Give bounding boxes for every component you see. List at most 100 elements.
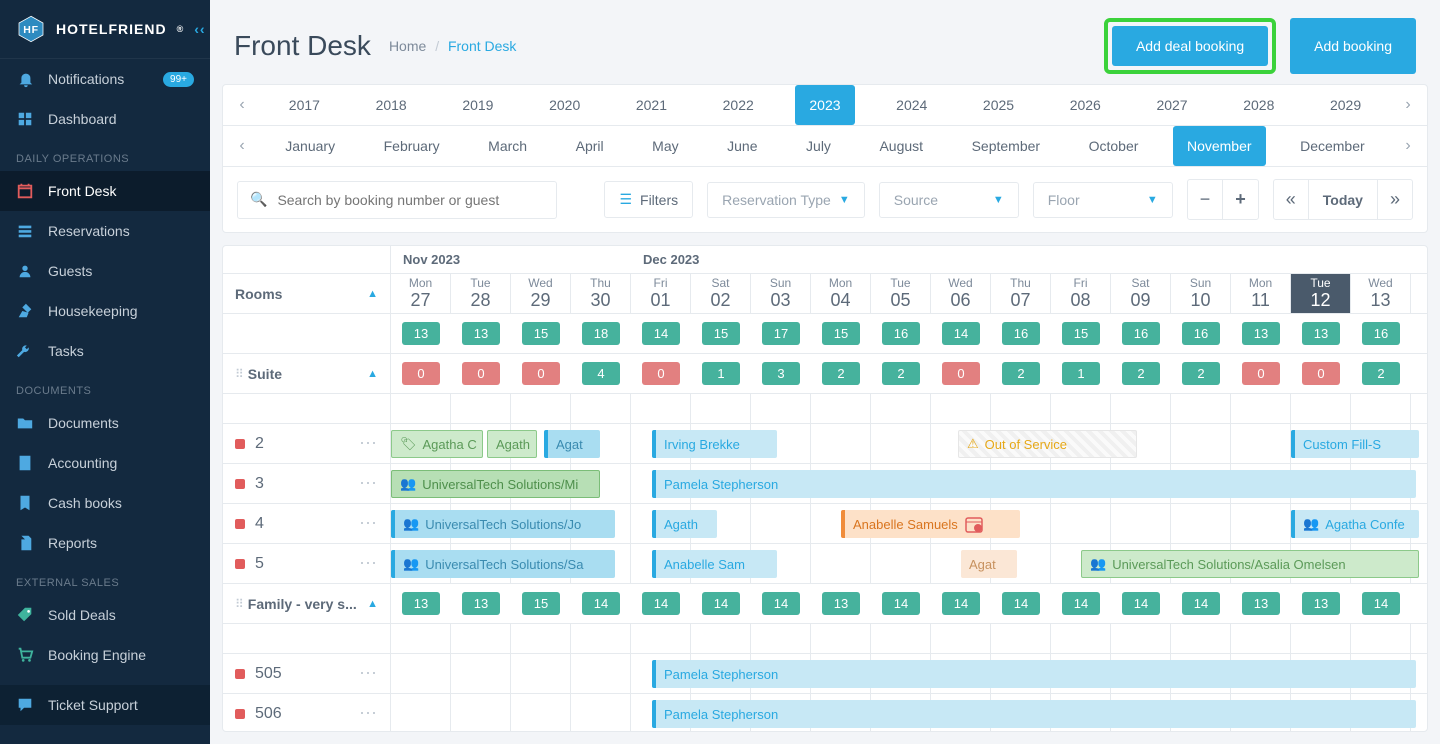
room-4[interactable]: 4⋯	[223, 504, 391, 543]
day-header-03[interactable]: Sun03	[751, 274, 811, 313]
day-header-29[interactable]: Wed29	[511, 274, 571, 313]
sidebar-item-ticket-support[interactable]: Ticket Support	[0, 685, 210, 725]
day-header-30[interactable]: Thu30	[571, 274, 631, 313]
sidebar-item-reports[interactable]: Reports	[0, 523, 210, 563]
year-2027[interactable]: 2027	[1142, 85, 1201, 125]
sidebar-item-dashboard[interactable]: Dashboard	[0, 99, 210, 139]
search-input-wrap[interactable]: 🔍	[237, 181, 557, 219]
day-header-04[interactable]: Mon04	[811, 274, 871, 313]
sidebar-item-booking engine[interactable]: Booking Engine	[0, 635, 210, 675]
year-2024[interactable]: 2024	[882, 85, 941, 125]
filters-button[interactable]: ☰ Filters	[604, 181, 693, 218]
drag-handle-icon[interactable]: ⠿	[235, 597, 242, 611]
year-2022[interactable]: 2022	[709, 85, 768, 125]
booking-bar[interactable]: Pamela Stepherson	[652, 470, 1416, 498]
booking-bar[interactable]: Irving Brekke	[652, 430, 777, 458]
day-header-01[interactable]: Fri01	[631, 274, 691, 313]
year-2025[interactable]: 2025	[969, 85, 1028, 125]
year-2026[interactable]: 2026	[1056, 85, 1115, 125]
room-type-family[interactable]: ⠿Family - very s...▲	[223, 584, 391, 623]
month-july[interactable]: July	[792, 126, 845, 166]
year-2020[interactable]: 2020	[535, 85, 594, 125]
booking-bar[interactable]: Agat	[961, 550, 1017, 578]
room-lane-2[interactable]: 🏷Agatha CAgathAgatIrving Brekke⚠Out of S…	[391, 424, 1427, 464]
room-more-icon[interactable]: ⋯	[359, 513, 378, 534]
add-booking-button[interactable]: Add booking	[1290, 18, 1416, 74]
month-march[interactable]: March	[474, 126, 541, 166]
day-header-09[interactable]: Sat09	[1111, 274, 1171, 313]
booking-bar[interactable]: Custom Fill-S	[1291, 430, 1419, 458]
month-october[interactable]: October	[1075, 126, 1153, 166]
sidebar-item-sold deals[interactable]: Sold Deals	[0, 595, 210, 635]
room-more-icon[interactable]: ⋯	[359, 703, 378, 724]
year-2018[interactable]: 2018	[362, 85, 421, 125]
sidebar-item-cash books[interactable]: Cash books	[0, 483, 210, 523]
year-2023[interactable]: 2023	[795, 85, 854, 125]
jump-forward-button[interactable]: »	[1377, 179, 1413, 220]
sidebar-item-accounting[interactable]: Accounting	[0, 443, 210, 483]
day-header-07[interactable]: Thu07	[991, 274, 1051, 313]
month-prev-icon[interactable]: ‹	[223, 137, 261, 155]
sidebar-item-notifications[interactable]: Notifications99+	[0, 59, 210, 99]
room-lane-506[interactable]: Pamela Stepherson	[391, 694, 1427, 731]
month-april[interactable]: April	[562, 126, 618, 166]
year-next-icon[interactable]: ›	[1389, 96, 1427, 114]
room-lane-3[interactable]: 👥UniversalTech Solutions/MiPamela Stephe…	[391, 464, 1427, 504]
booking-bar[interactable]: Agat	[544, 430, 600, 458]
room-506[interactable]: 506⋯	[223, 694, 391, 731]
breadcrumb-home[interactable]: Home	[389, 38, 426, 54]
room-5[interactable]: 5⋯	[223, 544, 391, 583]
sidebar-item-reservations[interactable]: Reservations	[0, 211, 210, 251]
booking-bar[interactable]: 👥UniversalTech Solutions/Jo	[391, 510, 615, 538]
booking-bar[interactable]: 👥UniversalTech Solutions/Asalia Omelsen	[1081, 550, 1419, 578]
zoom-in-button[interactable]: +	[1222, 179, 1259, 220]
rooms-header[interactable]: Rooms▲	[223, 274, 391, 313]
month-august[interactable]: August	[865, 126, 937, 166]
day-header-06[interactable]: Wed06	[931, 274, 991, 313]
room-lane-4[interactable]: 👥UniversalTech Solutions/Jo Agath Anabelle…	[391, 504, 1427, 544]
day-header-05[interactable]: Tue05	[871, 274, 931, 313]
day-header-27[interactable]: Mon27	[391, 274, 451, 313]
day-header-13[interactable]: Wed13	[1351, 274, 1411, 313]
booking-bar[interactable]: 🏷Agatha C	[391, 430, 483, 458]
room-more-icon[interactable]: ⋯	[359, 473, 378, 494]
booking-bar[interactable]: Agath	[652, 510, 717, 538]
booking-bar[interactable]: 👥Agatha Confe	[1291, 510, 1419, 538]
source-dropdown[interactable]: Source ▼	[879, 182, 1019, 218]
month-next-icon[interactable]: ›	[1389, 137, 1427, 155]
month-february[interactable]: February	[370, 126, 454, 166]
booking-bar[interactable]: Anabelle Samuels	[841, 510, 1020, 538]
year-prev-icon[interactable]: ‹	[223, 96, 261, 114]
month-september[interactable]: September	[958, 126, 1054, 166]
year-2029[interactable]: 2029	[1316, 85, 1375, 125]
year-2028[interactable]: 2028	[1229, 85, 1288, 125]
sidebar-item-housekeeping[interactable]: Housekeeping	[0, 291, 210, 331]
booking-bar[interactable]: Pamela Stepherson	[652, 660, 1416, 688]
month-november[interactable]: November	[1173, 126, 1266, 166]
today-button[interactable]: Today	[1308, 179, 1378, 220]
month-december[interactable]: December	[1286, 126, 1379, 166]
room-2[interactable]: 2⋯	[223, 424, 391, 463]
sidebar-collapse-icon[interactable]: ‹‹	[194, 21, 205, 37]
year-2019[interactable]: 2019	[448, 85, 507, 125]
booking-bar[interactable]: 👥UniversalTech Solutions/Sa	[391, 550, 615, 578]
month-may[interactable]: May	[638, 126, 692, 166]
sidebar-item-tasks[interactable]: Tasks	[0, 331, 210, 371]
day-header-28[interactable]: Tue28	[451, 274, 511, 313]
zoom-out-button[interactable]: −	[1187, 179, 1224, 220]
search-input[interactable]	[275, 191, 544, 209]
sidebar-item-guests[interactable]: Guests	[0, 251, 210, 291]
add-deal-booking-button[interactable]: Add deal booking	[1112, 26, 1268, 66]
jump-back-button[interactable]: «	[1273, 179, 1309, 220]
room-lane-505[interactable]: Pamela Stepherson	[391, 654, 1427, 694]
day-header-11[interactable]: Mon11	[1231, 274, 1291, 313]
expand-icon[interactable]: ▲	[367, 368, 378, 380]
booking-bar[interactable]: ⚠Out of Service	[958, 430, 1137, 458]
booking-bar[interactable]: Anabelle Sam	[652, 550, 777, 578]
year-2021[interactable]: 2021	[622, 85, 681, 125]
day-header-10[interactable]: Sun10	[1171, 274, 1231, 313]
room-3[interactable]: 3⋯	[223, 464, 391, 503]
sidebar-item-front desk[interactable]: Front Desk	[0, 171, 210, 211]
drag-handle-icon[interactable]: ⠿	[235, 367, 242, 381]
month-june[interactable]: June	[713, 126, 771, 166]
